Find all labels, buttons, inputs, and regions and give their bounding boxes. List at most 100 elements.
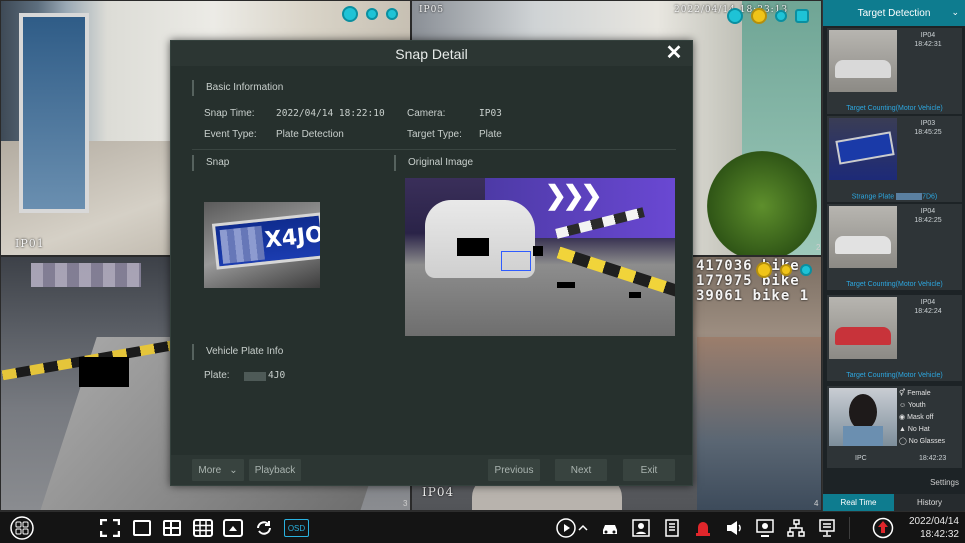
refresh-icon (257, 521, 271, 535)
dialog-title-bar: Snap Detail ✕ (171, 41, 692, 66)
plate-label: Plate: (204, 370, 230, 381)
card-camera: IP03 (920, 120, 936, 127)
close-icon[interactable]: ✕ (664, 42, 684, 64)
detection-card[interactable]: IP04 18:42:31 Target Counting(Motor Vehic… (827, 28, 962, 114)
vehicle-detection-button[interactable] (598, 516, 622, 540)
section-divider (192, 149, 676, 150)
tab-real-time[interactable]: Real Time (823, 494, 894, 511)
quad-view-icon (163, 520, 181, 536)
vehicle-image (835, 327, 891, 345)
plate-image (835, 131, 895, 165)
license-plate-crop: X4JO (211, 212, 320, 270)
face-detection-icon (727, 8, 743, 24)
attribute-glasses: ◯ No Glasses (899, 438, 945, 445)
privacy-mask (629, 292, 641, 298)
osd-button[interactable]: OSD (284, 519, 309, 537)
network-button[interactable] (784, 516, 808, 540)
tab-history[interactable]: History (894, 494, 965, 511)
exit-button[interactable]: Exit (623, 459, 675, 481)
chevron-up-icon (578, 524, 588, 531)
snapshot-thumbnail (829, 206, 897, 268)
target-type-field: Target Type: Plate (407, 129, 502, 140)
vehicle-image (835, 60, 891, 78)
card-time: 18:42:23 (919, 455, 947, 462)
panel-tabs: Real Time History (823, 494, 965, 511)
screen-button[interactable] (815, 516, 839, 540)
more-label: More (198, 464, 222, 476)
record-icon (800, 264, 812, 276)
face-image (843, 426, 883, 446)
cycle-button[interactable] (252, 516, 276, 540)
audio-button[interactable] (722, 516, 746, 540)
speaker-icon (727, 521, 741, 535)
plate-detection-box (501, 251, 531, 271)
snap-image[interactable]: X4JO (204, 202, 320, 288)
motion-icon (775, 10, 787, 22)
card-caption[interactable]: Target Counting(Motor Vehicle) (827, 281, 962, 288)
plate-field: Plate: 4J0 (204, 370, 285, 381)
vehicle-image (835, 236, 891, 254)
caption-prefix: Strange Plate (851, 193, 895, 200)
snapshot-thumbnail (829, 297, 897, 359)
alarm-button[interactable] (691, 516, 715, 540)
record-icon (795, 9, 809, 23)
basic-information-heading: Basic Information (192, 80, 283, 96)
card-caption[interactable]: Target Counting(Motor Vehicle) (827, 105, 962, 112)
intrusion-icon (751, 8, 767, 24)
clock-time: 18:42:32 (920, 529, 959, 540)
settings-link[interactable]: Settings (930, 478, 959, 487)
card-info: IP04 18:42:25 (900, 207, 956, 225)
detection-card[interactable]: IP04 18:42:24 Target Counting(Motor Vehic… (827, 295, 962, 381)
more-dropdown[interactable]: More ⌄ (192, 459, 244, 481)
face-attributes: ⚥ Female ☺ Youth ◉ Mask off ▲ No Hat ◯ N… (899, 388, 945, 448)
card-info: IP03 18:45:25 (900, 119, 956, 137)
event-list-button[interactable] (660, 516, 684, 540)
toolbar-divider (849, 517, 850, 539)
snap-time-field: Snap Time: 2022/04/14 18:22:10 (204, 108, 385, 119)
blurred-plate (896, 192, 923, 200)
previous-button[interactable]: Previous (488, 459, 540, 481)
target-type-value: Plate (479, 129, 502, 140)
detection-card[interactable]: IP03 18:45:25 Strange Plate 7D6) (827, 116, 962, 202)
layout-1-button[interactable] (130, 516, 154, 540)
camera-number: 4 (814, 499, 819, 508)
card-camera: IP04 (920, 299, 936, 306)
card-camera: IP04 (920, 32, 936, 39)
play-button[interactable] (554, 516, 578, 540)
face-detection-icon (342, 6, 358, 22)
card-caption[interactable]: Target Counting(Motor Vehicle) (827, 372, 962, 379)
chevron-down-icon[interactable]: ⌄ (951, 7, 959, 18)
layout-custom-button[interactable] (221, 516, 245, 540)
detection-card[interactable]: ⚥ Female ☺ Youth ◉ Mask off ▲ No Hat ◯ N… (827, 386, 962, 468)
event-type-label: Event Type: (204, 129, 257, 140)
camera-scene (697, 337, 821, 510)
attribute-text: No Glasses (908, 438, 945, 445)
fullscreen-button[interactable] (98, 516, 122, 540)
detection-card[interactable]: IP04 18:42:25 Target Counting(Motor Vehic… (827, 204, 962, 290)
expand-button[interactable] (576, 516, 590, 540)
snapshot-thumbnail (829, 118, 897, 180)
layout-9-button[interactable] (191, 516, 215, 540)
privacy-mask (31, 263, 141, 287)
upgrade-button[interactable] (871, 516, 895, 540)
snap-heading: Snap (192, 155, 229, 171)
start-menu-button[interactable] (8, 516, 36, 540)
single-view-icon (133, 520, 151, 536)
alarm-light-icon (696, 522, 710, 536)
network-icon (787, 519, 805, 537)
face-detection-button[interactable] (629, 516, 653, 540)
panel-header[interactable]: Target Detection ⌄ (823, 0, 965, 26)
original-image[interactable]: ❯❯❯ (405, 178, 675, 336)
record-status-button[interactable] (753, 516, 777, 540)
privacy-mask (79, 357, 129, 387)
vehicle-plate-info-heading: Vehicle Plate Info (192, 344, 283, 360)
next-button[interactable]: Next (555, 459, 607, 481)
playback-button[interactable]: Playback (249, 459, 301, 481)
attribute-text: Youth (907, 402, 926, 409)
event-type-field: Event Type: Plate Detection (204, 129, 344, 140)
layout-4-button[interactable] (160, 516, 184, 540)
snap-detail-dialog: Snap Detail ✕ Basic Information Snap Tim… (170, 40, 693, 486)
attribute-text: No Hat (907, 426, 930, 433)
card-caption[interactable]: Strange Plate 7D6) (827, 192, 962, 200)
dialog-title: Snap Detail (395, 45, 468, 62)
